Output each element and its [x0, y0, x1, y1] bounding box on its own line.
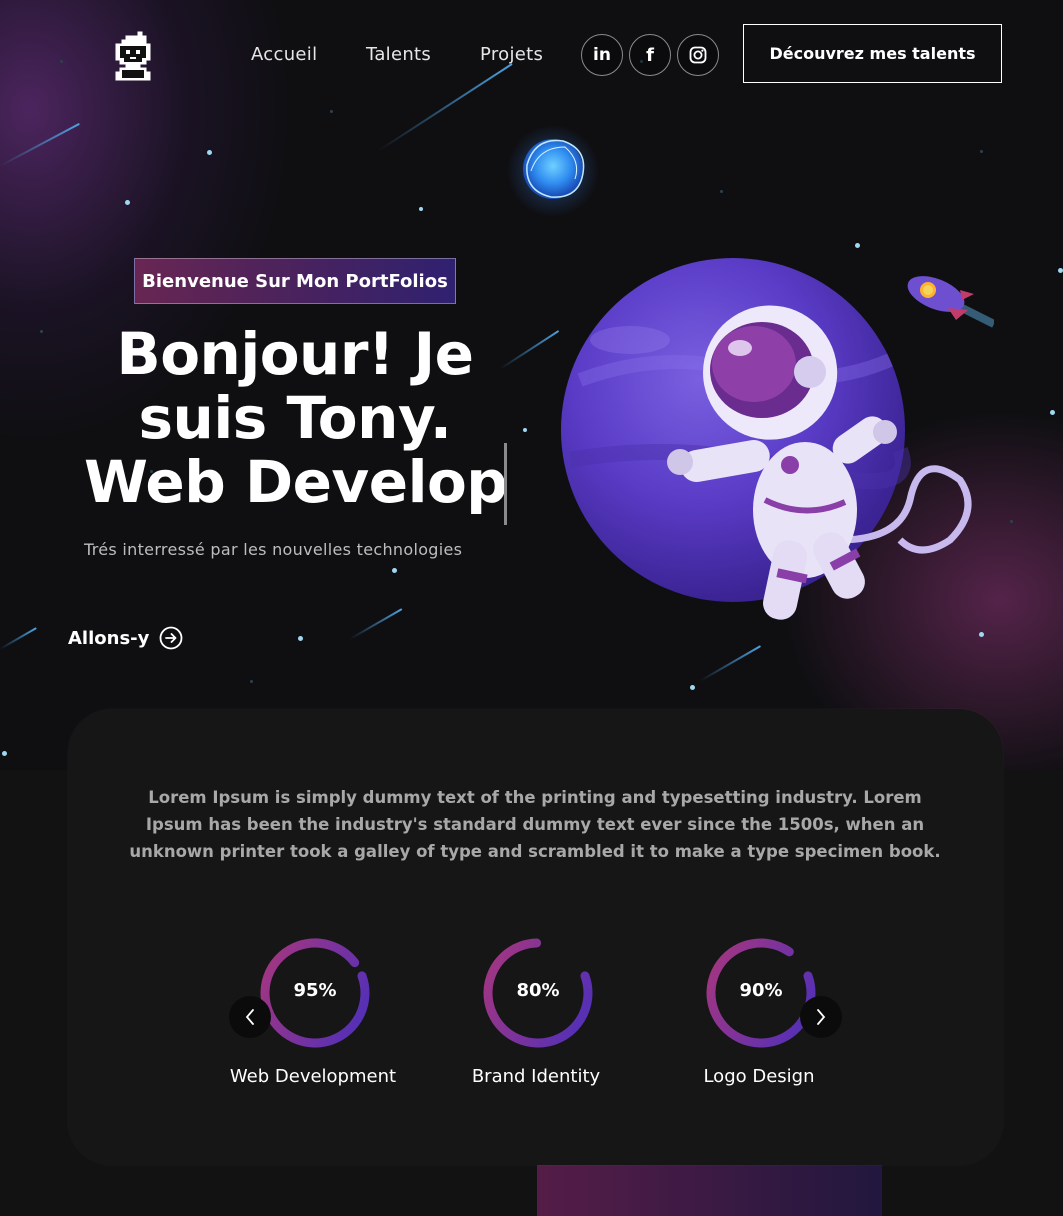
star [720, 190, 723, 193]
star [298, 636, 303, 641]
carousel-prev-button[interactable] [229, 996, 271, 1038]
meteor [0, 122, 80, 167]
star [330, 110, 333, 113]
nav-link-projets[interactable]: Projets [480, 44, 543, 65]
linkedin-icon: in [593, 45, 611, 65]
star [60, 60, 63, 63]
hero-section: Accueil Talents Projets in f Découvrez m… [0, 0, 1063, 770]
chevron-left-icon [245, 1009, 254, 1025]
star [207, 150, 212, 155]
facebook-button[interactable]: f [629, 34, 671, 76]
skills-intro-text: Lorem Ipsum is simply dummy text of the … [129, 788, 941, 861]
hero-subline: Trés interressé par les nouvelles techno… [84, 540, 463, 559]
glowing-planet-icon [507, 125, 599, 217]
star [125, 200, 130, 205]
star [419, 207, 423, 211]
carousel-next-button[interactable] [800, 996, 842, 1038]
star [1010, 520, 1013, 523]
instagram-icon [689, 46, 707, 64]
star [392, 568, 397, 573]
star [40, 330, 43, 333]
allons-y-button[interactable]: Allons-y [68, 626, 183, 650]
star [980, 150, 983, 153]
headline-line-2: suis Tony. [138, 384, 452, 452]
nav-link-talents[interactable]: Talents [366, 44, 431, 65]
welcome-tagline: Bienvenue Sur Mon PortFolios [134, 258, 456, 304]
instagram-button[interactable] [677, 34, 719, 76]
skill-percent: 80% [516, 980, 560, 1001]
nav-link-accueil[interactable]: Accueil [251, 44, 317, 65]
rocket-icon [907, 276, 994, 328]
headline-line-1: Bonjour! Je [116, 320, 474, 388]
meteor [699, 645, 762, 682]
facebook-icon: f [646, 44, 654, 66]
star [523, 428, 527, 432]
background-strip [1003, 770, 1063, 1216]
pixel-avatar-icon[interactable] [112, 30, 154, 84]
star [250, 680, 253, 683]
skill-percent: 95% [293, 980, 337, 1001]
allons-y-label: Allons-y [68, 627, 150, 649]
headline-line-3: Web Develop [84, 448, 508, 516]
skill-percent: 90% [739, 980, 783, 1001]
star [1058, 268, 1063, 273]
star [2, 751, 7, 756]
skill-label: Logo Design [703, 1066, 815, 1087]
bottom-gradient-band [537, 1165, 882, 1216]
skill-label: Web Development [229, 1066, 397, 1087]
hero-headline: Bonjour! Je suis Tony. Web Develop [84, 320, 508, 516]
chevron-right-icon [817, 1009, 826, 1025]
discover-talents-button[interactable]: Découvrez mes talents [743, 24, 1002, 83]
skill-brand-identity: 80% Brand Identity [446, 936, 626, 1096]
linkedin-button[interactable]: in [581, 34, 623, 76]
meteor [377, 63, 513, 152]
star [690, 685, 695, 690]
arrow-right-circle-icon [159, 626, 183, 650]
star [1050, 410, 1055, 415]
skill-label: Brand Identity [471, 1066, 601, 1087]
typing-caret [504, 443, 507, 525]
meteor [349, 608, 403, 640]
meteor [0, 627, 37, 650]
